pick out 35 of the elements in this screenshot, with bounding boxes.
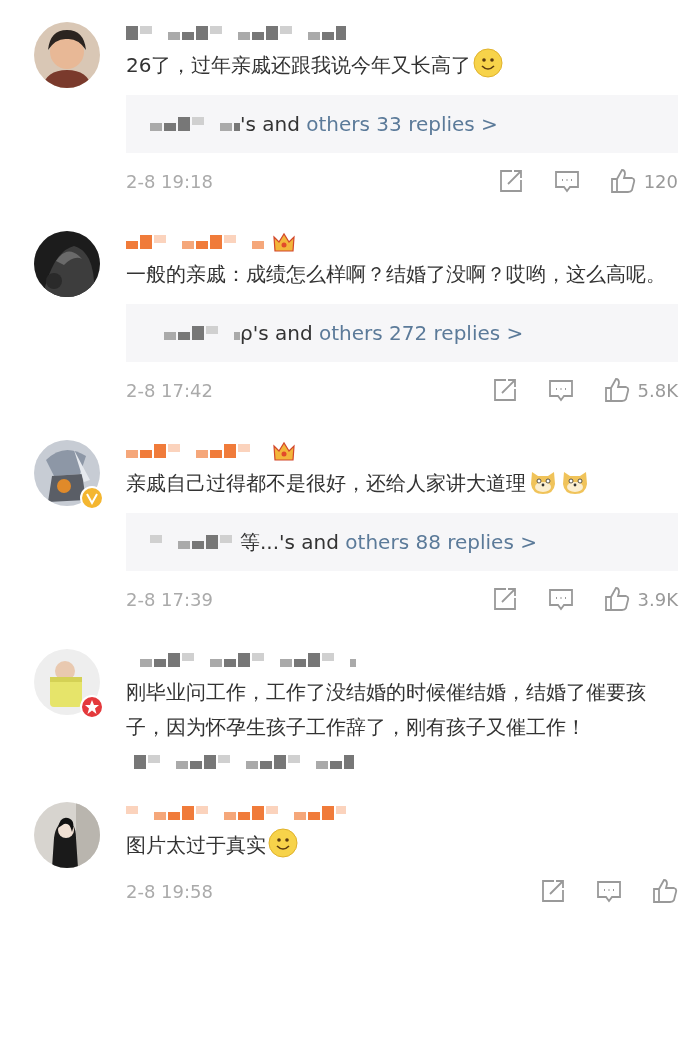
- replies-text: 's and: [240, 111, 301, 138]
- timestamp: 2-8 17:39: [126, 587, 214, 612]
- like-count: 120: [643, 169, 678, 194]
- comment-text: 一般的亲戚：成绩怎么样啊？结婚了没啊？哎哟，这么高呢。: [126, 261, 667, 288]
- comment-icon[interactable]: [596, 878, 622, 904]
- share-icon[interactable]: [540, 878, 566, 904]
- share-icon[interactable]: [491, 586, 518, 612]
- replies-count-link[interactable]: others 272 replies >: [318, 318, 524, 348]
- thumbs-up-icon[interactable]: [609, 168, 636, 194]
- timestamp: 2-8 19:18: [126, 169, 214, 194]
- comment-text: 亲戚自己过得都不是很好，还给人家讲大道理: [126, 466, 678, 501]
- comment-text: 刚毕业问工作，工作了没结婚的时候催结婚，结婚了催要孩子，因为怀孕生孩子工作辞了，刚有孩子又催工作！: [126, 675, 678, 780]
- like-count: 5.8K: [637, 378, 678, 403]
- timestamp: 2-8 19:58: [126, 879, 214, 904]
- replies-count-link[interactable]: others 33 replies >: [306, 109, 498, 139]
- smiley-icon: [268, 828, 298, 858]
- comment-icon[interactable]: [553, 168, 580, 194]
- comment-icon[interactable]: [547, 586, 574, 612]
- share-icon[interactable]: [491, 377, 518, 403]
- replies-link[interactable]: ρ's and others 272 replies >: [126, 304, 678, 362]
- thumbs-up-icon[interactable]: [652, 878, 678, 904]
- comment-text: 26了，过年亲戚还跟我说今年又长高了: [126, 48, 678, 83]
- timestamp: 2-8 17:42: [126, 378, 214, 403]
- thumbs-up-icon[interactable]: [603, 377, 630, 403]
- like-count: 3.9K: [637, 587, 678, 612]
- replies-text: 等...'s and: [240, 529, 340, 556]
- replies-link[interactable]: 等...'s and others 88 replies >: [126, 513, 678, 571]
- replies-link[interactable]: 's and others 33 replies >: [126, 95, 678, 153]
- smiley-icon: [473, 48, 504, 78]
- replies-count-link[interactable]: others 88 replies >: [345, 527, 537, 557]
- comment-text: 图片太过于真实: [126, 828, 678, 863]
- replies-text: ρ's and: [240, 320, 314, 347]
- thumbs-up-icon[interactable]: [603, 586, 630, 612]
- comment-icon[interactable]: [547, 377, 574, 403]
- share-icon[interactable]: [497, 168, 524, 194]
